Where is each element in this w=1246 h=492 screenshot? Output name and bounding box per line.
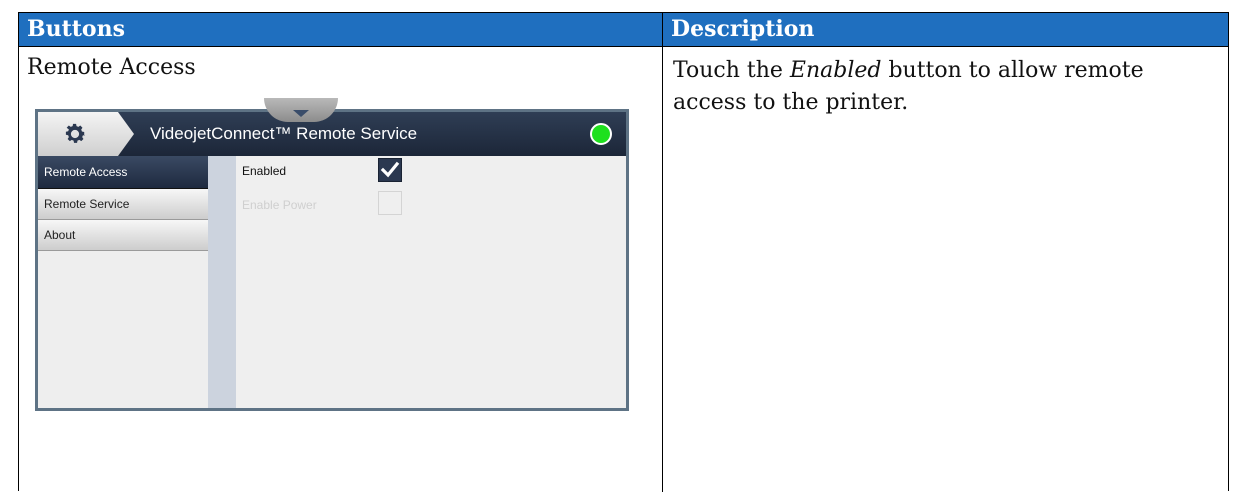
enable-power-label: Enable Power bbox=[242, 198, 317, 212]
gear-icon bbox=[65, 123, 86, 143]
sidebar-splitter bbox=[208, 156, 236, 408]
row-button-name: Remote Access bbox=[27, 55, 196, 80]
sidebar-item-about[interactable]: About bbox=[38, 220, 208, 251]
enabled-label: Enabled bbox=[242, 164, 287, 178]
sidebar-item-remote-service[interactable]: Remote Service bbox=[38, 189, 208, 220]
header-divider bbox=[19, 46, 1228, 47]
device-page-title: VideojetConnect™ Remote Service bbox=[150, 124, 418, 143]
checkmark-icon bbox=[380, 161, 400, 178]
column-header-buttons: Buttons bbox=[19, 13, 662, 46]
device-sidebar: Remote Access Remote Service About bbox=[38, 156, 208, 408]
device-screenshot: VideojetConnect™ Remote Service Remote A… bbox=[35, 98, 629, 411]
column-divider bbox=[662, 46, 663, 492]
description-text-before: Touch the bbox=[673, 58, 790, 83]
enable-power-checkbox bbox=[378, 191, 402, 215]
row-description: Touch the Enabled button to allow remote… bbox=[673, 55, 1218, 119]
device-title-bar: VideojetConnect™ Remote Service bbox=[38, 98, 626, 156]
device-content-panel: Enabled Enable Power bbox=[236, 156, 626, 408]
description-emphasis: Enabled bbox=[789, 58, 882, 83]
enabled-checkbox[interactable] bbox=[378, 158, 402, 182]
sidebar-item-remote-access[interactable]: Remote Access bbox=[38, 156, 208, 189]
status-indicator-icon[interactable] bbox=[590, 123, 612, 145]
column-header-description: Description bbox=[662, 13, 1228, 46]
document-table: Buttons Description Remote Access Touch … bbox=[18, 12, 1229, 492]
settings-button[interactable] bbox=[38, 112, 134, 156]
